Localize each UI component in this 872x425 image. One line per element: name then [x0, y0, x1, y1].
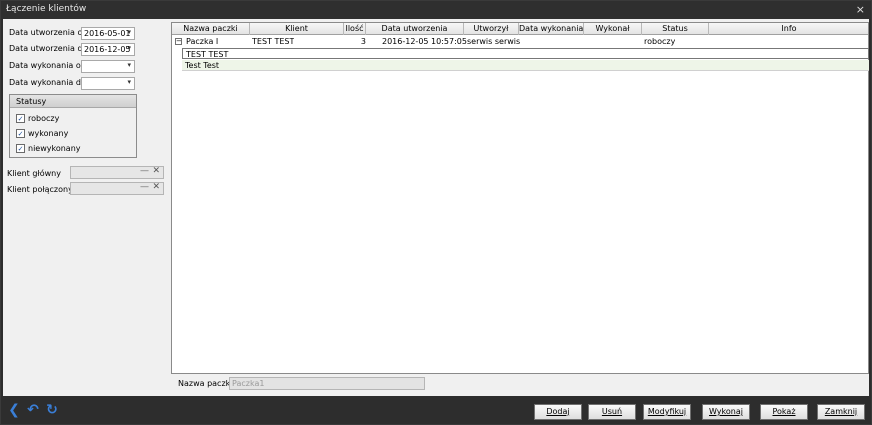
created-to-datepicker[interactable]: 2016-12-05 ▾: [81, 43, 135, 56]
checkbox-checked-icon[interactable]: ✓: [16, 114, 25, 123]
ellipsis-icon[interactable]: —: [140, 182, 149, 192]
chevron-down-icon[interactable]: ▾: [127, 44, 131, 52]
created-to-value: 2016-12-05: [84, 45, 131, 54]
chevron-down-icon[interactable]: ▾: [127, 61, 131, 69]
created-from-label: Data utworzenia od: [9, 28, 88, 37]
statuses-title: Statusy: [10, 95, 136, 108]
collapse-icon[interactable]: −: [175, 38, 182, 45]
list-item[interactable]: Test Test: [182, 60, 869, 71]
checkbox-checked-icon[interactable]: ✓: [16, 129, 25, 138]
cell-created: 2016-12-05 10:57:05: [382, 37, 467, 46]
cell-created-by: serwis serwis: [467, 37, 521, 46]
close-button[interactable]: Zamknij: [817, 404, 865, 420]
show-button[interactable]: Pokaż: [760, 404, 808, 420]
add-button[interactable]: Dodaj: [534, 404, 582, 420]
main-client-label: Klient główny: [7, 169, 61, 178]
list-item[interactable]: TEST TEST: [182, 48, 869, 59]
created-to-label: Data utworzenia do: [9, 44, 88, 53]
column-header[interactable]: Utworzył: [464, 23, 519, 35]
done-from-label: Data wykonania od: [9, 61, 86, 70]
chevron-down-icon[interactable]: ▾: [127, 28, 131, 36]
package-name-label: Nazwa paczki: [178, 379, 233, 388]
table-row[interactable]: − Paczka I TEST TEST 3 2016-12-05 10:57:…: [172, 36, 868, 47]
arrow-left-icon[interactable]: ❮: [6, 402, 22, 418]
column-header[interactable]: Nazwa paczki: [172, 23, 250, 35]
bottom-toolbar: ❮ ↶ ↻ Dodaj Usuń Modyfikuj Wykonaj Pokaż…: [1, 397, 871, 424]
clear-icon[interactable]: ✕: [152, 166, 160, 176]
column-header[interactable]: Ilość: [344, 23, 366, 35]
joined-client-label: Klient połączony: [7, 185, 73, 194]
grid-header: Nazwa paczki Klient Ilość Data utworzeni…: [172, 23, 868, 35]
window: Łączenie klientów × Data utworzenia od 2…: [0, 0, 872, 425]
status-label: wykonany: [28, 129, 69, 138]
close-icon[interactable]: ×: [856, 3, 865, 16]
client-area: Data utworzenia od 2016-05-01 ▾ Data utw…: [3, 19, 869, 396]
statuses-group: Statusy ✓ roboczy ✓ wykonany ✓ niewykona…: [9, 94, 137, 158]
joined-client-lookup[interactable]: — ✕: [70, 182, 164, 195]
cell-qty: 3: [360, 37, 366, 46]
remove-button[interactable]: Usuń: [588, 404, 636, 420]
ellipsis-icon[interactable]: —: [140, 166, 149, 176]
created-from-datepicker[interactable]: 2016-05-01 ▾: [81, 27, 135, 40]
undo-icon[interactable]: ↶: [25, 402, 41, 418]
column-header[interactable]: Data utworzenia: [366, 23, 464, 35]
status-label: niewykonany: [28, 144, 81, 153]
checkbox-checked-icon[interactable]: ✓: [16, 144, 25, 153]
clear-icon[interactable]: ✕: [152, 182, 160, 192]
created-from-value: 2016-05-01: [84, 29, 131, 38]
column-header[interactable]: Status: [642, 23, 709, 35]
column-header[interactable]: Klient: [250, 23, 344, 35]
title-bar: Łączenie klientów ×: [1, 1, 871, 19]
status-label: roboczy: [28, 114, 60, 123]
main-client-lookup[interactable]: — ✕: [70, 166, 164, 179]
window-title: Łączenie klientów: [6, 4, 87, 14]
done-to-datepicker[interactable]: ▾: [81, 77, 135, 90]
column-header[interactable]: Wykonał: [584, 23, 642, 35]
column-header[interactable]: Data wykonania: [519, 23, 584, 35]
refresh-icon[interactable]: ↻: [44, 402, 60, 418]
done-from-datepicker[interactable]: ▾: [81, 60, 135, 73]
done-to-label: Data wykonania do: [9, 78, 86, 87]
execute-button[interactable]: Wykonaj: [702, 404, 750, 420]
chevron-down-icon[interactable]: ▾: [127, 78, 131, 86]
column-header[interactable]: Info: [709, 23, 869, 35]
package-name-input[interactable]: Paczka1: [229, 377, 425, 390]
packages-grid[interactable]: Nazwa paczki Klient Ilość Data utworzeni…: [171, 22, 869, 374]
cell-client: TEST TEST: [252, 37, 295, 46]
modify-button[interactable]: Modyfikuj: [643, 404, 691, 420]
cell-status: roboczy: [644, 37, 676, 46]
cell-name: Paczka I: [186, 37, 219, 46]
